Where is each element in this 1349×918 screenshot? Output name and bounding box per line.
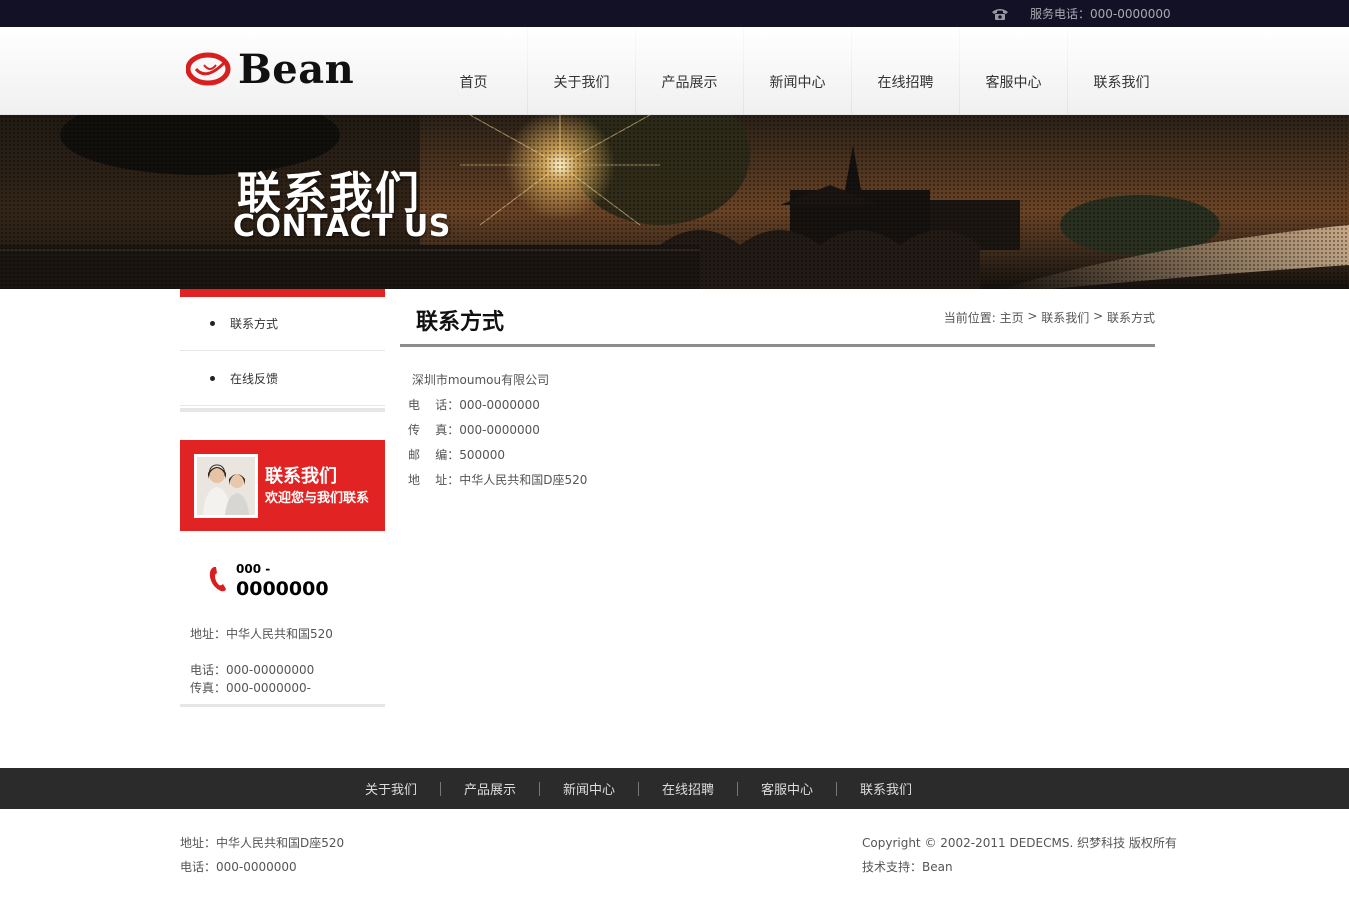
nav-item-home[interactable]: 首页: [420, 27, 527, 115]
content-header: 联系方式 当前位置: 主页 > 联系我们 > 联系方式: [400, 296, 1155, 347]
service-phone-text: 服务电话：000-0000000: [1030, 7, 1171, 21]
bullet-icon: [210, 321, 215, 326]
sidebar-item-label: 在线反馈: [230, 371, 279, 386]
sidebar-accent-bar: [180, 289, 385, 297]
nav-item-service[interactable]: 客服中心: [960, 27, 1067, 115]
hotline-number: 0000000: [236, 578, 329, 600]
sidebar-divider: [180, 408, 385, 412]
sidebar-item-label: 联系方式: [230, 317, 279, 331]
footer-copyright: Copyright © 2002-2011 DEDECMS. 织梦科技 版权所有: [862, 836, 1177, 850]
contact-tel: 电 话：000-0000000: [408, 398, 540, 412]
footer-link-contact[interactable]: 联系我们: [837, 779, 935, 798]
contact-us-box[interactable]: 联系我们 欢迎您与我们联系: [180, 440, 385, 531]
hotline-prefix: 000 -: [236, 562, 271, 576]
footer-address: 地址：中华人民共和国D座520: [180, 836, 345, 850]
contact-zip: 邮 编：500000: [408, 448, 506, 462]
halftone-overlay: [0, 115, 1349, 289]
logo[interactable]: Bean: [186, 39, 354, 99]
sidebar-menu: 联系方式 在线反馈: [180, 297, 385, 406]
hotline: 000 - 0000000: [208, 562, 378, 606]
service-phone: 服务电话：000-0000000: [990, 5, 1171, 22]
header: Bean 首页 关于我们 产品展示 新闻中心 在线招聘 客服中心 联系我们: [0, 27, 1349, 115]
top-bar: 服务电话：000-0000000: [0, 0, 1349, 27]
footer-link-about[interactable]: 关于我们: [342, 779, 440, 798]
nav-item-contact[interactable]: 联系我们: [1068, 27, 1175, 115]
sidebar-item-feedback[interactable]: 在线反馈: [180, 351, 385, 406]
sidebar: 联系方式 在线反馈: [180, 289, 385, 412]
breadcrumb-separator: >: [1023, 309, 1042, 323]
breadcrumb: 当前位置: 主页 > 联系我们 > 联系方式: [944, 309, 1155, 326]
bullet-icon: [210, 375, 215, 381]
footer-nav: 关于我们 产品展示 新闻中心 在线招聘 客服中心 联系我们: [0, 768, 1349, 809]
sidebar-address: 地址：中华人民共和国520: [190, 627, 333, 641]
sidebar-bottom-divider: [180, 704, 385, 707]
sidebar-fax: 传真：000-0000000-: [190, 681, 312, 695]
breadcrumb-prefix: 当前位置:: [943, 311, 1000, 325]
footer-nav-list: 关于我们 产品展示 新闻中心 在线招聘 客服中心 联系我们: [342, 779, 935, 798]
contact-box-title: 联系我们: [265, 466, 337, 487]
nav-item-jobs[interactable]: 在线招聘: [852, 27, 959, 115]
sidebar-tel: 电话：000-00000000: [190, 663, 315, 677]
contact-details: 深圳市moumou有限公司 电 话：000-0000000 传 真：000-00…: [408, 370, 587, 495]
footer-tel: 电话：000-0000000: [180, 860, 297, 874]
logo-text: Bean: [238, 45, 355, 93]
logo-swoosh-icon: [186, 52, 231, 86]
page-banner: 联系我们 CONTACT US: [0, 115, 1349, 289]
main-nav: 首页 关于我们 产品展示 新闻中心 在线招聘 客服中心 联系我们: [420, 27, 1175, 115]
page-title: 联系方式: [416, 310, 505, 335]
customer-service-photo: [194, 454, 258, 518]
banner-title-en: CONTACT US: [233, 209, 451, 244]
contact-box-subtitle: 欢迎您与我们联系: [265, 491, 370, 506]
footer-contact: 地址：中华人民共和国D座520 电话：000-0000000: [180, 831, 344, 879]
footer-support: 技术支持：Bean: [862, 860, 953, 874]
breadcrumb-separator: >: [1089, 309, 1107, 323]
nav-item-news[interactable]: 新闻中心: [744, 27, 851, 115]
contact-address: 地 址：中华人民共和国D座520: [408, 473, 588, 487]
contact-fax: 传 真：000-0000000: [408, 423, 540, 437]
footer-link-jobs[interactable]: 在线招聘: [639, 779, 737, 798]
company-name: 深圳市moumou有限公司: [408, 373, 550, 387]
footer-link-service[interactable]: 客服中心: [738, 779, 836, 798]
nav-item-about[interactable]: 关于我们: [528, 27, 635, 115]
footer-link-news[interactable]: 新闻中心: [540, 779, 638, 798]
breadcrumb-contact[interactable]: 联系我们: [1041, 309, 1089, 326]
telephone-icon: [992, 8, 1008, 20]
sidebar-item-contact-info[interactable]: 联系方式: [180, 297, 385, 351]
footer-copyright-block: Copyright © 2002-2011 DEDECMS. 织梦科技 版权所有…: [862, 831, 1177, 879]
breadcrumb-home[interactable]: 主页: [1000, 309, 1024, 326]
nav-item-products[interactable]: 产品展示: [636, 27, 743, 115]
breadcrumb-current[interactable]: 联系方式: [1107, 309, 1155, 326]
phone-handset-icon: [209, 567, 226, 592]
footer-link-products[interactable]: 产品展示: [441, 779, 539, 798]
